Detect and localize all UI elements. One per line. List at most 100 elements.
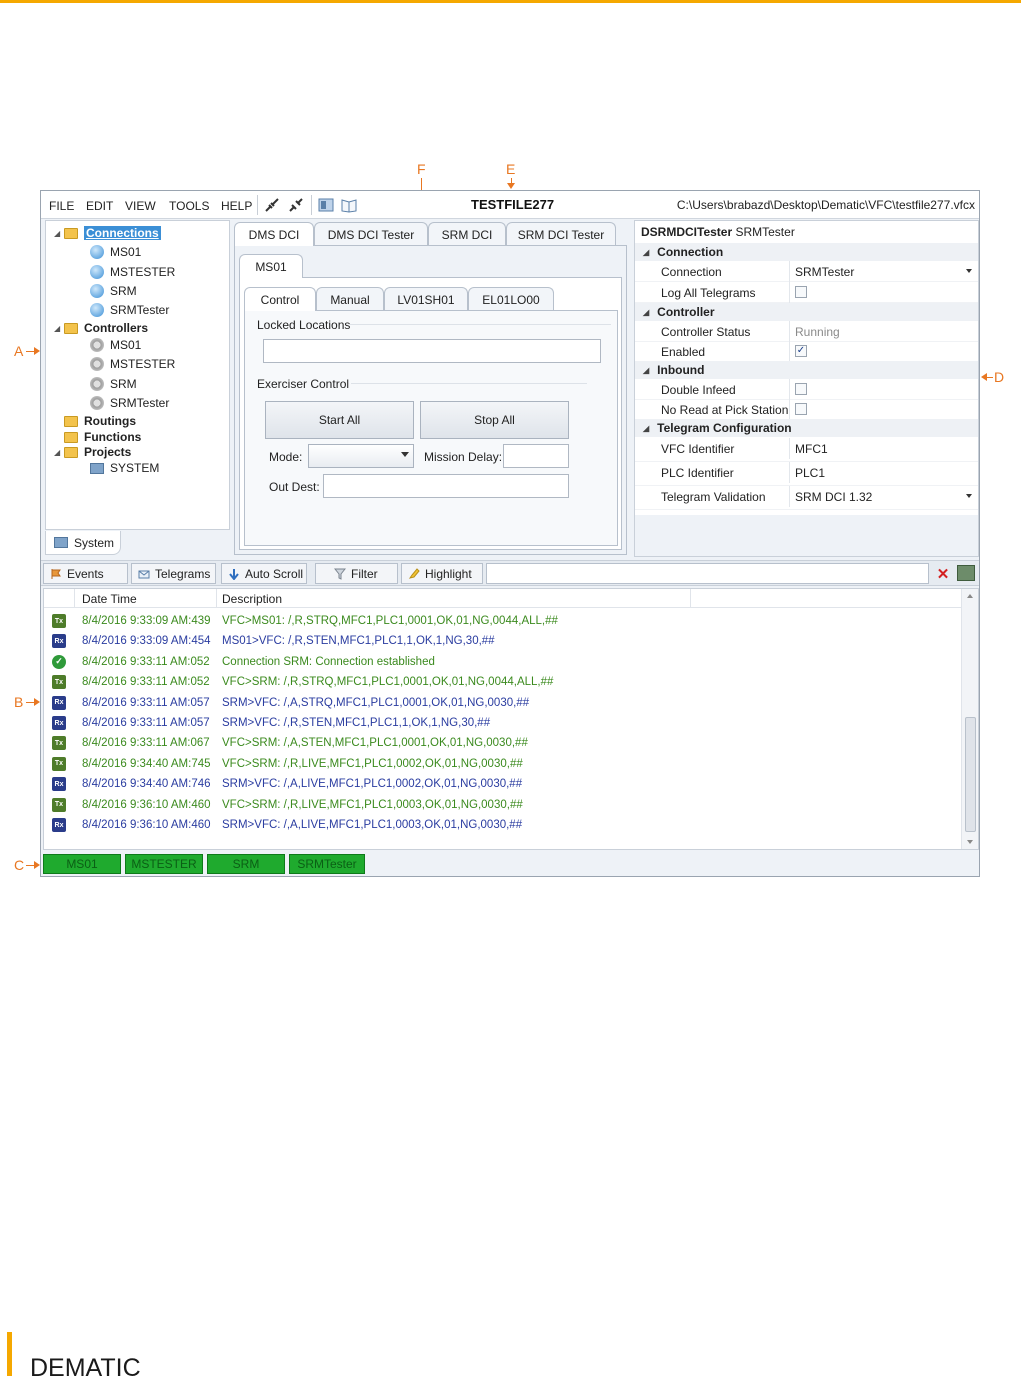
expand-icon[interactable]: ◢: [54, 324, 64, 333]
connection-value[interactable]: SRMTester: [795, 265, 854, 279]
telegram-validation-value[interactable]: SRM DCI 1.32: [795, 490, 872, 504]
auto-scroll-button[interactable]: Auto Scroll: [221, 563, 307, 584]
collapse-icon[interactable]: ◢: [643, 308, 649, 317]
prop-divider: [789, 462, 790, 483]
tree-node-project-system[interactable]: SYSTEM: [90, 459, 159, 477]
log-search-input[interactable]: [486, 563, 929, 584]
tab-dms-dci[interactable]: DMS DCI: [234, 222, 314, 246]
tree-node-controller-ms01[interactable]: MS01: [90, 336, 141, 354]
log-row[interactable]: Rx 8/4/2016 9:33:09 AM:454 MS01>VFC: /,R,S…: [44, 631, 962, 651]
tree-node-connection-ms01[interactable]: MS01: [90, 243, 141, 261]
tree-node-controller-mstester[interactable]: MSTESTER: [90, 355, 175, 373]
prop-row-enabled[interactable]: Enabled ✓: [635, 341, 978, 362]
chevron-down-icon[interactable]: [966, 494, 972, 498]
expand-icon[interactable]: ◢: [54, 229, 64, 238]
tab-control[interactable]: Control: [244, 287, 316, 311]
expand-icon[interactable]: ◢: [54, 448, 64, 457]
prop-row-no-read-pick-station[interactable]: No Read at Pick Station: [635, 399, 978, 420]
receive-icon: Rx: [52, 716, 66, 730]
tab-el01lo00[interactable]: EL01LO00: [468, 287, 554, 311]
scroll-up-icon[interactable]: [967, 594, 973, 598]
mode-dropdown[interactable]: [308, 444, 414, 468]
category-inbound[interactable]: ◢ Inbound: [635, 361, 978, 379]
log-row[interactable]: Tx 8/4/2016 9:33:11 AM:067 VFC>SRM: /,A,ST…: [44, 733, 962, 753]
prop-row-log-all-telegrams[interactable]: Log All Telegrams: [635, 282, 978, 303]
layout-icon[interactable]: [317, 196, 335, 214]
prop-row-vfc-identifier[interactable]: VFC Identifier MFC1: [635, 438, 978, 462]
tab-system[interactable]: System: [45, 531, 121, 555]
disconnect-plug-icon[interactable]: [287, 196, 305, 214]
stop-all-button[interactable]: Stop All: [420, 401, 569, 439]
tab-srm-dci-tester[interactable]: SRM DCI Tester: [506, 222, 616, 246]
no-read-pick-station-checkbox[interactable]: [795, 403, 807, 415]
tree-node-controller-srm[interactable]: SRM: [90, 375, 137, 393]
category-connection[interactable]: ◢ Connection: [635, 243, 978, 261]
double-infeed-checkbox[interactable]: [795, 383, 807, 395]
export-log-icon[interactable]: [957, 565, 975, 581]
filter-button[interactable]: Filter: [315, 563, 398, 584]
prop-divider: [789, 282, 790, 303]
category-controller[interactable]: ◢ Controller: [635, 303, 978, 321]
start-all-button[interactable]: Start All: [265, 401, 414, 439]
log-scrollbar[interactable]: [961, 589, 978, 849]
log-row[interactable]: Tx 8/4/2016 9:33:09 AM:439 VFC>MS01: /,R,S…: [44, 611, 962, 631]
computer-icon: [54, 537, 68, 548]
menu-view[interactable]: VIEW: [125, 199, 156, 213]
tree-node-controller-srmtester[interactable]: SRMTester: [90, 394, 169, 412]
telegrams-button[interactable]: Telegrams: [131, 563, 216, 584]
plc-identifier-value[interactable]: PLC1: [795, 466, 825, 480]
log-description: SRM>VFC: /,A,LIVE,MFC1,PLC1,0003,OK,01,N…: [222, 819, 523, 831]
menu-tools[interactable]: TOOLS: [169, 199, 209, 213]
log-all-telegrams-checkbox[interactable]: [795, 286, 807, 298]
tab-dms-dci-tester[interactable]: DMS DCI Tester: [314, 222, 428, 246]
prop-row-double-infeed[interactable]: Double Infeed: [635, 379, 978, 400]
mission-delay-field[interactable]: [503, 444, 569, 468]
prop-row-telegram-validation[interactable]: Telegram Validation SRM DCI 1.32: [635, 486, 978, 510]
collapse-icon[interactable]: ◢: [643, 366, 649, 375]
log-row[interactable]: Tx 8/4/2016 9:33:11 AM:052 VFC>SRM: /,R,ST…: [44, 672, 962, 692]
highlight-button[interactable]: Highlight: [401, 563, 483, 584]
log-row[interactable]: Tx 8/4/2016 9:34:40 AM:745 VFC>SRM: /,R,LI…: [44, 754, 962, 774]
manual-book-icon[interactable]: [340, 196, 358, 214]
chevron-down-icon[interactable]: [966, 269, 972, 273]
prop-row-controller-status[interactable]: Controller Status Running: [635, 321, 978, 342]
log-row[interactable]: Rx 8/4/2016 9:33:11 AM:057 SRM>VFC: /,A,ST…: [44, 693, 962, 713]
tab-ms01[interactable]: MS01: [239, 254, 303, 278]
tree-node-controllers[interactable]: ◢ Controllers: [54, 319, 148, 337]
status-chip-ms01[interactable]: MS01: [43, 854, 121, 874]
tab-manual[interactable]: Manual: [316, 287, 384, 311]
collapse-icon[interactable]: ◢: [643, 424, 649, 433]
events-button[interactable]: Events: [43, 563, 128, 584]
status-chip-srm[interactable]: SRM: [207, 854, 285, 874]
log-row[interactable]: Tx 8/4/2016 9:36:10 AM:460 VFC>SRM: /,R,LI…: [44, 795, 962, 815]
prop-row-plc-identifier[interactable]: PLC Identifier PLC1: [635, 462, 978, 486]
tab-srm-dci[interactable]: SRM DCI: [428, 222, 506, 246]
locked-locations-field[interactable]: [263, 339, 601, 363]
menu-file[interactable]: FILE: [49, 199, 74, 213]
connect-plug-icon[interactable]: [263, 196, 281, 214]
menu-edit[interactable]: EDIT: [86, 199, 113, 213]
log-row[interactable]: Rx 8/4/2016 9:33:11 AM:057 SRM>VFC: /,R,ST…: [44, 713, 962, 733]
tree-node-connection-srm[interactable]: SRM: [90, 282, 137, 300]
scroll-down-icon[interactable]: [967, 840, 973, 844]
tab-lv01sh01[interactable]: LV01SH01: [384, 287, 468, 311]
clear-log-icon[interactable]: ✕: [933, 563, 953, 584]
out-dest-field[interactable]: [323, 474, 569, 498]
status-chip-srmtester[interactable]: SRMTester: [289, 854, 365, 874]
vfc-identifier-value[interactable]: MFC1: [795, 442, 828, 456]
status-chip-mstester[interactable]: MSTESTER: [125, 854, 203, 874]
column-header-description[interactable]: Description: [222, 592, 282, 606]
scrollbar-thumb[interactable]: [965, 717, 976, 832]
column-header-datetime[interactable]: Date Time: [82, 592, 137, 606]
tree-node-connections[interactable]: ◢ Connections: [54, 224, 161, 242]
log-row[interactable]: Rx 8/4/2016 9:36:10 AM:460 SRM>VFC: /,A,LI…: [44, 815, 962, 835]
tree-node-connection-srmtester[interactable]: SRMTester: [90, 301, 169, 319]
tree-node-connection-mstester[interactable]: MSTESTER: [90, 263, 175, 281]
category-telegram-configuration[interactable]: ◢ Telegram Configuration: [635, 419, 978, 437]
enabled-checkbox[interactable]: ✓: [795, 345, 807, 357]
prop-row-connection[interactable]: Connection SRMTester: [635, 261, 978, 282]
collapse-icon[interactable]: ◢: [643, 248, 649, 257]
log-row[interactable]: ✓ 8/4/2016 9:33:11 AM:052 Connection SRM: …: [44, 652, 962, 672]
log-row[interactable]: Rx 8/4/2016 9:34:40 AM:746 SRM>VFC: /,A,LI…: [44, 774, 962, 794]
menu-help[interactable]: HELP: [221, 199, 252, 213]
